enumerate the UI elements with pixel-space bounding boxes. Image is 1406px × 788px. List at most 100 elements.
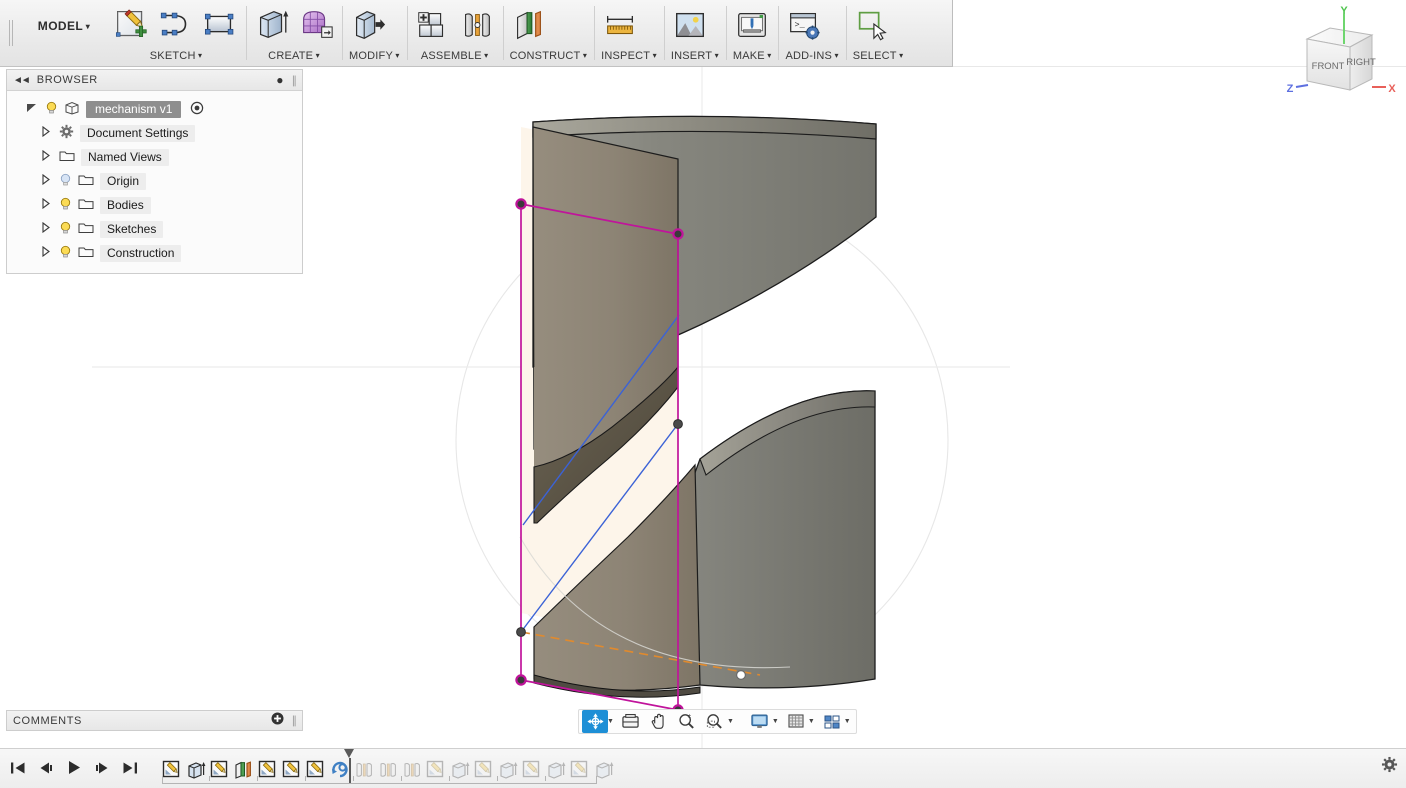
timeline-track[interactable] (160, 749, 1406, 788)
timeline-playback-controls (0, 760, 138, 777)
construction-line-2[interactable] (521, 424, 678, 632)
ribbon-panel-assemble: ASSEMBLE ▾ (407, 0, 503, 66)
ribbon-panel-label-modify[interactable]: MODIFY ▾ (349, 48, 400, 66)
expanded-triangle-icon[interactable] (23, 102, 39, 116)
new-component-icon[interactable] (414, 6, 452, 44)
tree-item-label: Sketches (100, 221, 163, 238)
ribbon-panel-label-construct[interactable]: CONSTRUCT ▾ (510, 48, 588, 66)
zoom-icon[interactable]: ± (674, 710, 700, 733)
construction-line-1[interactable] (523, 315, 679, 525)
press-pull-icon[interactable] (349, 6, 387, 44)
pan-icon[interactable] (646, 710, 672, 733)
ribbon-panel-label-make[interactable]: MAKE ▾ (733, 48, 772, 66)
ribbon-panel-select: SELECT ▾ (846, 0, 911, 66)
ribbon-panel-label-inspect[interactable]: INSPECT ▾ (601, 48, 657, 66)
jump-to-beginning-icon[interactable] (10, 761, 26, 777)
lightbulb-off-icon[interactable] (59, 173, 72, 190)
zoom-window-chevron-down-icon[interactable]: ▼ (727, 718, 734, 725)
view-cube[interactable]: FRONT RIGHT Y X Z (1280, 2, 1400, 106)
3d-print-icon[interactable] (733, 6, 771, 44)
workspace-switcher[interactable]: MODEL ▾ (22, 0, 106, 66)
folder-icon (78, 221, 94, 237)
panel-options-icon[interactable]: ● (276, 73, 283, 87)
sketch-points[interactable] (516, 199, 745, 714)
tree-item-bodies[interactable]: Bodies (7, 193, 302, 217)
tree-item-named-views[interactable]: Named Views (7, 145, 302, 169)
tree-item-construction[interactable]: Construction (7, 241, 302, 265)
extrude-icon[interactable] (253, 6, 291, 44)
sketch-plane-face (521, 127, 678, 643)
grid-chevron-down-icon[interactable]: ▼ (808, 718, 815, 725)
chevron-down-icon: ▾ (83, 22, 90, 31)
svg-text:±: ± (688, 713, 691, 719)
add-comment-icon[interactable] (271, 712, 284, 730)
collapsed-triangle-icon[interactable] (37, 150, 53, 164)
insert-image-icon[interactable] (671, 6, 709, 44)
activate-component-icon[interactable] (190, 101, 204, 118)
tree-item-root[interactable]: mechanism v1 (7, 97, 302, 121)
collapsed-triangle-icon[interactable] (37, 126, 53, 140)
rectangle-icon[interactable] (201, 6, 239, 44)
tree-item-label-root: mechanism v1 (86, 101, 181, 118)
offset-plane-icon[interactable] (510, 6, 548, 44)
lightbulb-on-icon[interactable] (45, 101, 58, 118)
lightbulb-on-icon[interactable] (59, 197, 72, 214)
orbit-chevron-down-icon[interactable]: ▼ (607, 718, 614, 725)
collapsed-triangle-icon[interactable] (37, 222, 53, 236)
ribbon-panel-label-assemble[interactable]: ASSEMBLE ▾ (414, 48, 496, 66)
pattern-icon[interactable] (297, 6, 335, 44)
step-forward-icon[interactable] (93, 761, 111, 777)
grid-snaps-icon[interactable] (783, 710, 809, 733)
sketch-profile[interactable] (521, 204, 678, 710)
viewport-chevron-down-icon[interactable]: ▼ (844, 718, 851, 725)
lightbulb-on-icon[interactable] (59, 245, 72, 262)
step-back-icon[interactable] (37, 761, 55, 777)
measure-icon[interactable] (601, 6, 639, 44)
create-sketch-icon[interactable] (113, 6, 151, 44)
ribbon-panel-label-addins[interactable]: ADD-INS ▾ (785, 48, 838, 66)
viewport-layout-icon[interactable] (819, 710, 845, 733)
tree-item-origin[interactable]: Origin (7, 169, 302, 193)
gear-icon[interactable] (1381, 756, 1398, 778)
folder-icon (78, 197, 94, 213)
joint-icon[interactable] (458, 6, 496, 44)
body-lower-outer[interactable] (624, 391, 875, 688)
lightbulb-on-icon[interactable] (59, 221, 72, 238)
ribbon-panel-label-create[interactable]: CREATE ▾ (253, 48, 335, 66)
select-cursor-icon[interactable] (853, 6, 891, 44)
scripts-addins-icon[interactable]: >_ (785, 6, 823, 44)
ribbon-drag-grip[interactable] (0, 0, 22, 66)
play-icon[interactable] (66, 760, 82, 777)
body-lower-bottom-rim (534, 675, 700, 697)
body-upper-outer[interactable] (533, 116, 876, 367)
collapse-left-icon[interactable]: ◄◄ (13, 75, 29, 86)
browser-tree: mechanism v1 (7, 91, 302, 273)
collapsed-triangle-icon[interactable] (37, 174, 53, 188)
ribbon-panel-label-insert[interactable]: INSERT ▾ (671, 48, 719, 66)
folder-icon (78, 173, 94, 189)
dashed-construction-line[interactable] (521, 632, 760, 675)
display-chevron-down-icon[interactable]: ▼ (772, 718, 779, 725)
look-at-icon[interactable] (618, 710, 644, 733)
ribbon-panel-label-select[interactable]: SELECT ▾ (853, 48, 904, 66)
body-upper-front-lower[interactable] (534, 367, 678, 507)
display-settings-icon[interactable] (747, 710, 773, 733)
collapsed-triangle-icon[interactable] (37, 246, 53, 260)
orbit-icon[interactable] (582, 710, 608, 733)
ribbon-panel-label-sketch[interactable]: SKETCH ▾ (113, 48, 239, 66)
resize-grip-icon[interactable]: ∥ (292, 714, 297, 727)
body-cavity-shadow (534, 367, 678, 523)
collapsed-triangle-icon[interactable] (37, 198, 53, 212)
tree-item-label: Origin (100, 173, 146, 190)
tree-item-sketches[interactable]: Sketches (7, 217, 302, 241)
spline-icon[interactable] (157, 6, 195, 44)
tree-item-document-settings[interactable]: Document Settings (7, 121, 302, 145)
body-lower-front-face[interactable] (534, 465, 700, 690)
workspace-label: MODEL (38, 19, 83, 33)
comments-panel[interactable]: COMMENTS ∥ (6, 710, 303, 731)
fusion-360-window: MODEL ▾ (0, 0, 1406, 788)
jump-to-end-icon[interactable] (122, 761, 138, 777)
resize-grip-icon[interactable]: ∥ (292, 74, 297, 87)
zoom-window-icon[interactable] (702, 710, 728, 733)
body-upper-front-face[interactable] (533, 127, 678, 449)
